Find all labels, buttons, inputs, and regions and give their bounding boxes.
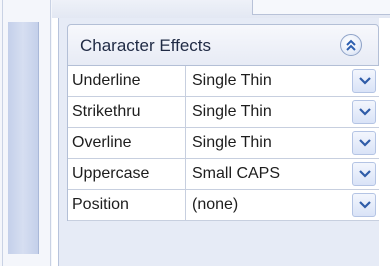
chevron-down-icon xyxy=(359,77,371,85)
effect-row-strikethru: Strikethru Single Thin xyxy=(68,97,379,128)
chevron-down-icon xyxy=(359,201,371,209)
row-label: Position xyxy=(68,190,186,220)
double-chevron-up-icon xyxy=(346,39,356,51)
dropdown-button[interactable] xyxy=(352,193,376,217)
effect-row-underline: Underline Single Thin xyxy=(68,66,379,97)
row-label: Strikethru xyxy=(68,97,186,127)
dropdown-button[interactable] xyxy=(352,69,376,93)
collapse-button[interactable] xyxy=(340,34,362,56)
row-value-select[interactable]: Small CAPS xyxy=(186,159,350,189)
dropdown-button[interactable] xyxy=(352,131,376,155)
row-label: Uppercase xyxy=(68,159,186,189)
row-label: Overline xyxy=(68,128,186,158)
effect-row-position: Position (none) xyxy=(68,190,379,221)
row-value-select[interactable]: (none) xyxy=(186,190,350,220)
window: Character Effects Underline Single Thin xyxy=(0,0,390,266)
chevron-down-icon xyxy=(359,170,371,178)
tab-edge xyxy=(252,0,390,15)
chevron-down-icon xyxy=(359,108,371,116)
section-title: Character Effects xyxy=(80,36,212,55)
left-gutter xyxy=(0,0,52,266)
row-value-select[interactable]: Single Thin xyxy=(186,66,350,96)
gutter-divider xyxy=(2,0,3,266)
dropdown-button[interactable] xyxy=(352,162,376,186)
chevron-down-icon xyxy=(359,139,371,147)
left-scrollbar[interactable] xyxy=(8,22,39,254)
section-header[interactable]: Character Effects xyxy=(67,24,379,66)
dropdown-button[interactable] xyxy=(352,100,376,124)
properties-panel: Character Effects Underline Single Thin xyxy=(58,18,379,266)
top-strip xyxy=(52,0,390,18)
row-value-select[interactable]: Single Thin xyxy=(186,128,350,158)
row-label: Underline xyxy=(68,66,186,96)
effects-grid: Underline Single Thin Strikethru Single … xyxy=(67,66,379,221)
row-value-select[interactable]: Single Thin xyxy=(186,97,350,127)
effect-row-uppercase: Uppercase Small CAPS xyxy=(68,159,379,190)
gutter-divider xyxy=(50,0,51,266)
effect-row-overline: Overline Single Thin xyxy=(68,128,379,159)
